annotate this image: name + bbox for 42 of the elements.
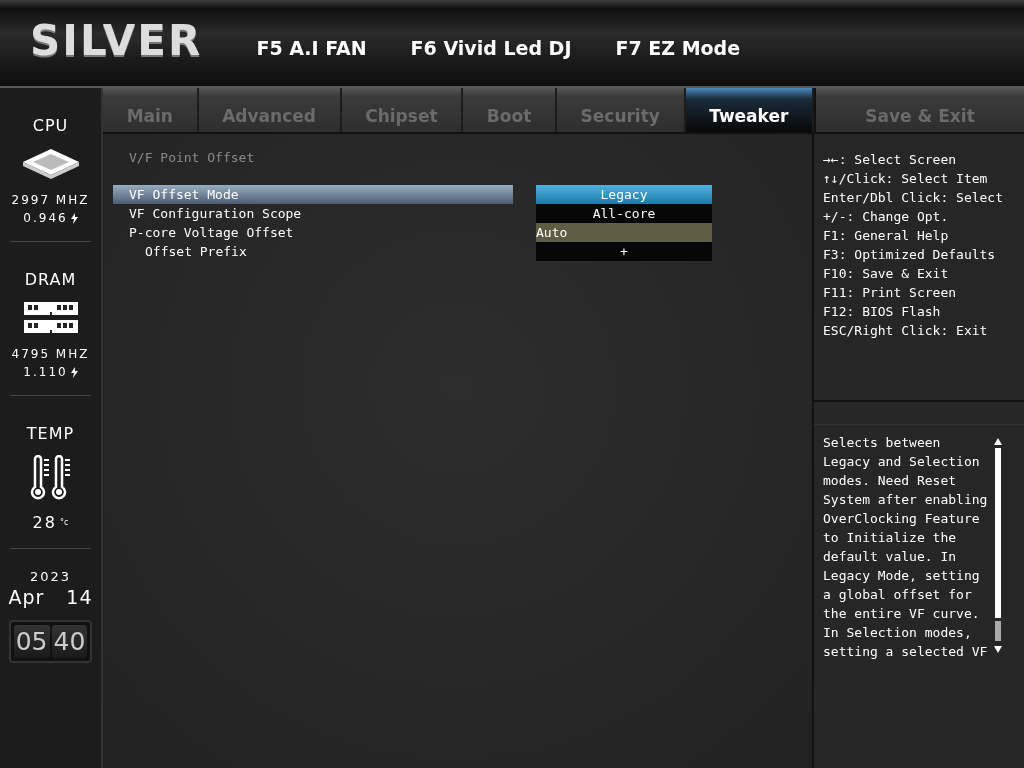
hotkey-button[interactable]: F6 Vivid Led DJ <box>410 37 572 59</box>
logo: SILVER <box>30 15 203 65</box>
setting-value[interactable]: Auto <box>536 223 712 242</box>
dram-label: DRAM <box>24 270 77 289</box>
temp-label: TEMP <box>26 424 75 443</box>
setting-item[interactable]: Offset Prefix <box>113 242 513 261</box>
key-help-line: F3: Optimized Defaults <box>823 246 997 264</box>
cpu-label: CPU <box>32 116 69 135</box>
hotkey-button[interactable]: F7 EZ Mode <box>615 37 741 59</box>
section-title: V/F Point Offset <box>128 150 256 165</box>
setting-value[interactable]: All-core <box>536 204 712 223</box>
key-help-line: F11: Print Screen <box>823 284 958 302</box>
key-help-line: ↑↓/Click: Select Item <box>823 170 989 188</box>
bolt-icon <box>70 366 78 378</box>
dram-frequency: 4795 MHZ <box>11 347 90 361</box>
cpu-frequency: 2997 MHZ <box>11 193 90 207</box>
chip-icon <box>20 147 81 181</box>
clock-hours: 05 <box>13 625 50 658</box>
key-help-line: ESC/Right Click: Exit <box>823 322 989 340</box>
hotkey-button[interactable]: F5 A.I FAN <box>256 37 367 59</box>
month-text: Apr <box>8 586 45 608</box>
key-help-line: Enter/Dbl Click: Select <box>823 189 1004 207</box>
memory-icon <box>23 301 78 335</box>
key-help-line: +/-: Change Opt. <box>823 208 950 226</box>
year-text: 2023 <box>29 569 72 584</box>
setting-item[interactable]: VF Configuration Scope <box>113 204 513 223</box>
temperature-unit: °c <box>59 518 69 527</box>
key-help-line: F12: BIOS Flash <box>823 303 942 321</box>
setting-item[interactable]: VF Offset Mode <box>113 185 513 204</box>
tab[interactable]: Tweaker <box>685 88 814 132</box>
bolt-icon <box>70 212 78 224</box>
setting-item[interactable]: P-core Voltage Offset <box>113 223 513 242</box>
key-help-line: →←: Select Screen <box>823 151 958 169</box>
cpu-voltage: 0.946 <box>23 211 68 225</box>
setting-value[interactable]: + <box>536 242 712 261</box>
dram-voltage: 1.110 <box>23 365 68 379</box>
day-text: 14 <box>66 586 93 608</box>
clock-minutes: 40 <box>51 625 88 658</box>
temperature-value: 28 <box>32 513 57 532</box>
key-help-line: F1: General Help <box>823 227 950 245</box>
key-help-line: F10: Save & Exit <box>823 265 950 283</box>
help-description: Selects between Legacy and Selection modes. Need Reset System after enabling OverClocking Feature to Initialize the default value. In Legacy Mode, setting a global offset for the entire VF curve. In Selection modes, setting a selected VF <box>823 434 988 661</box>
